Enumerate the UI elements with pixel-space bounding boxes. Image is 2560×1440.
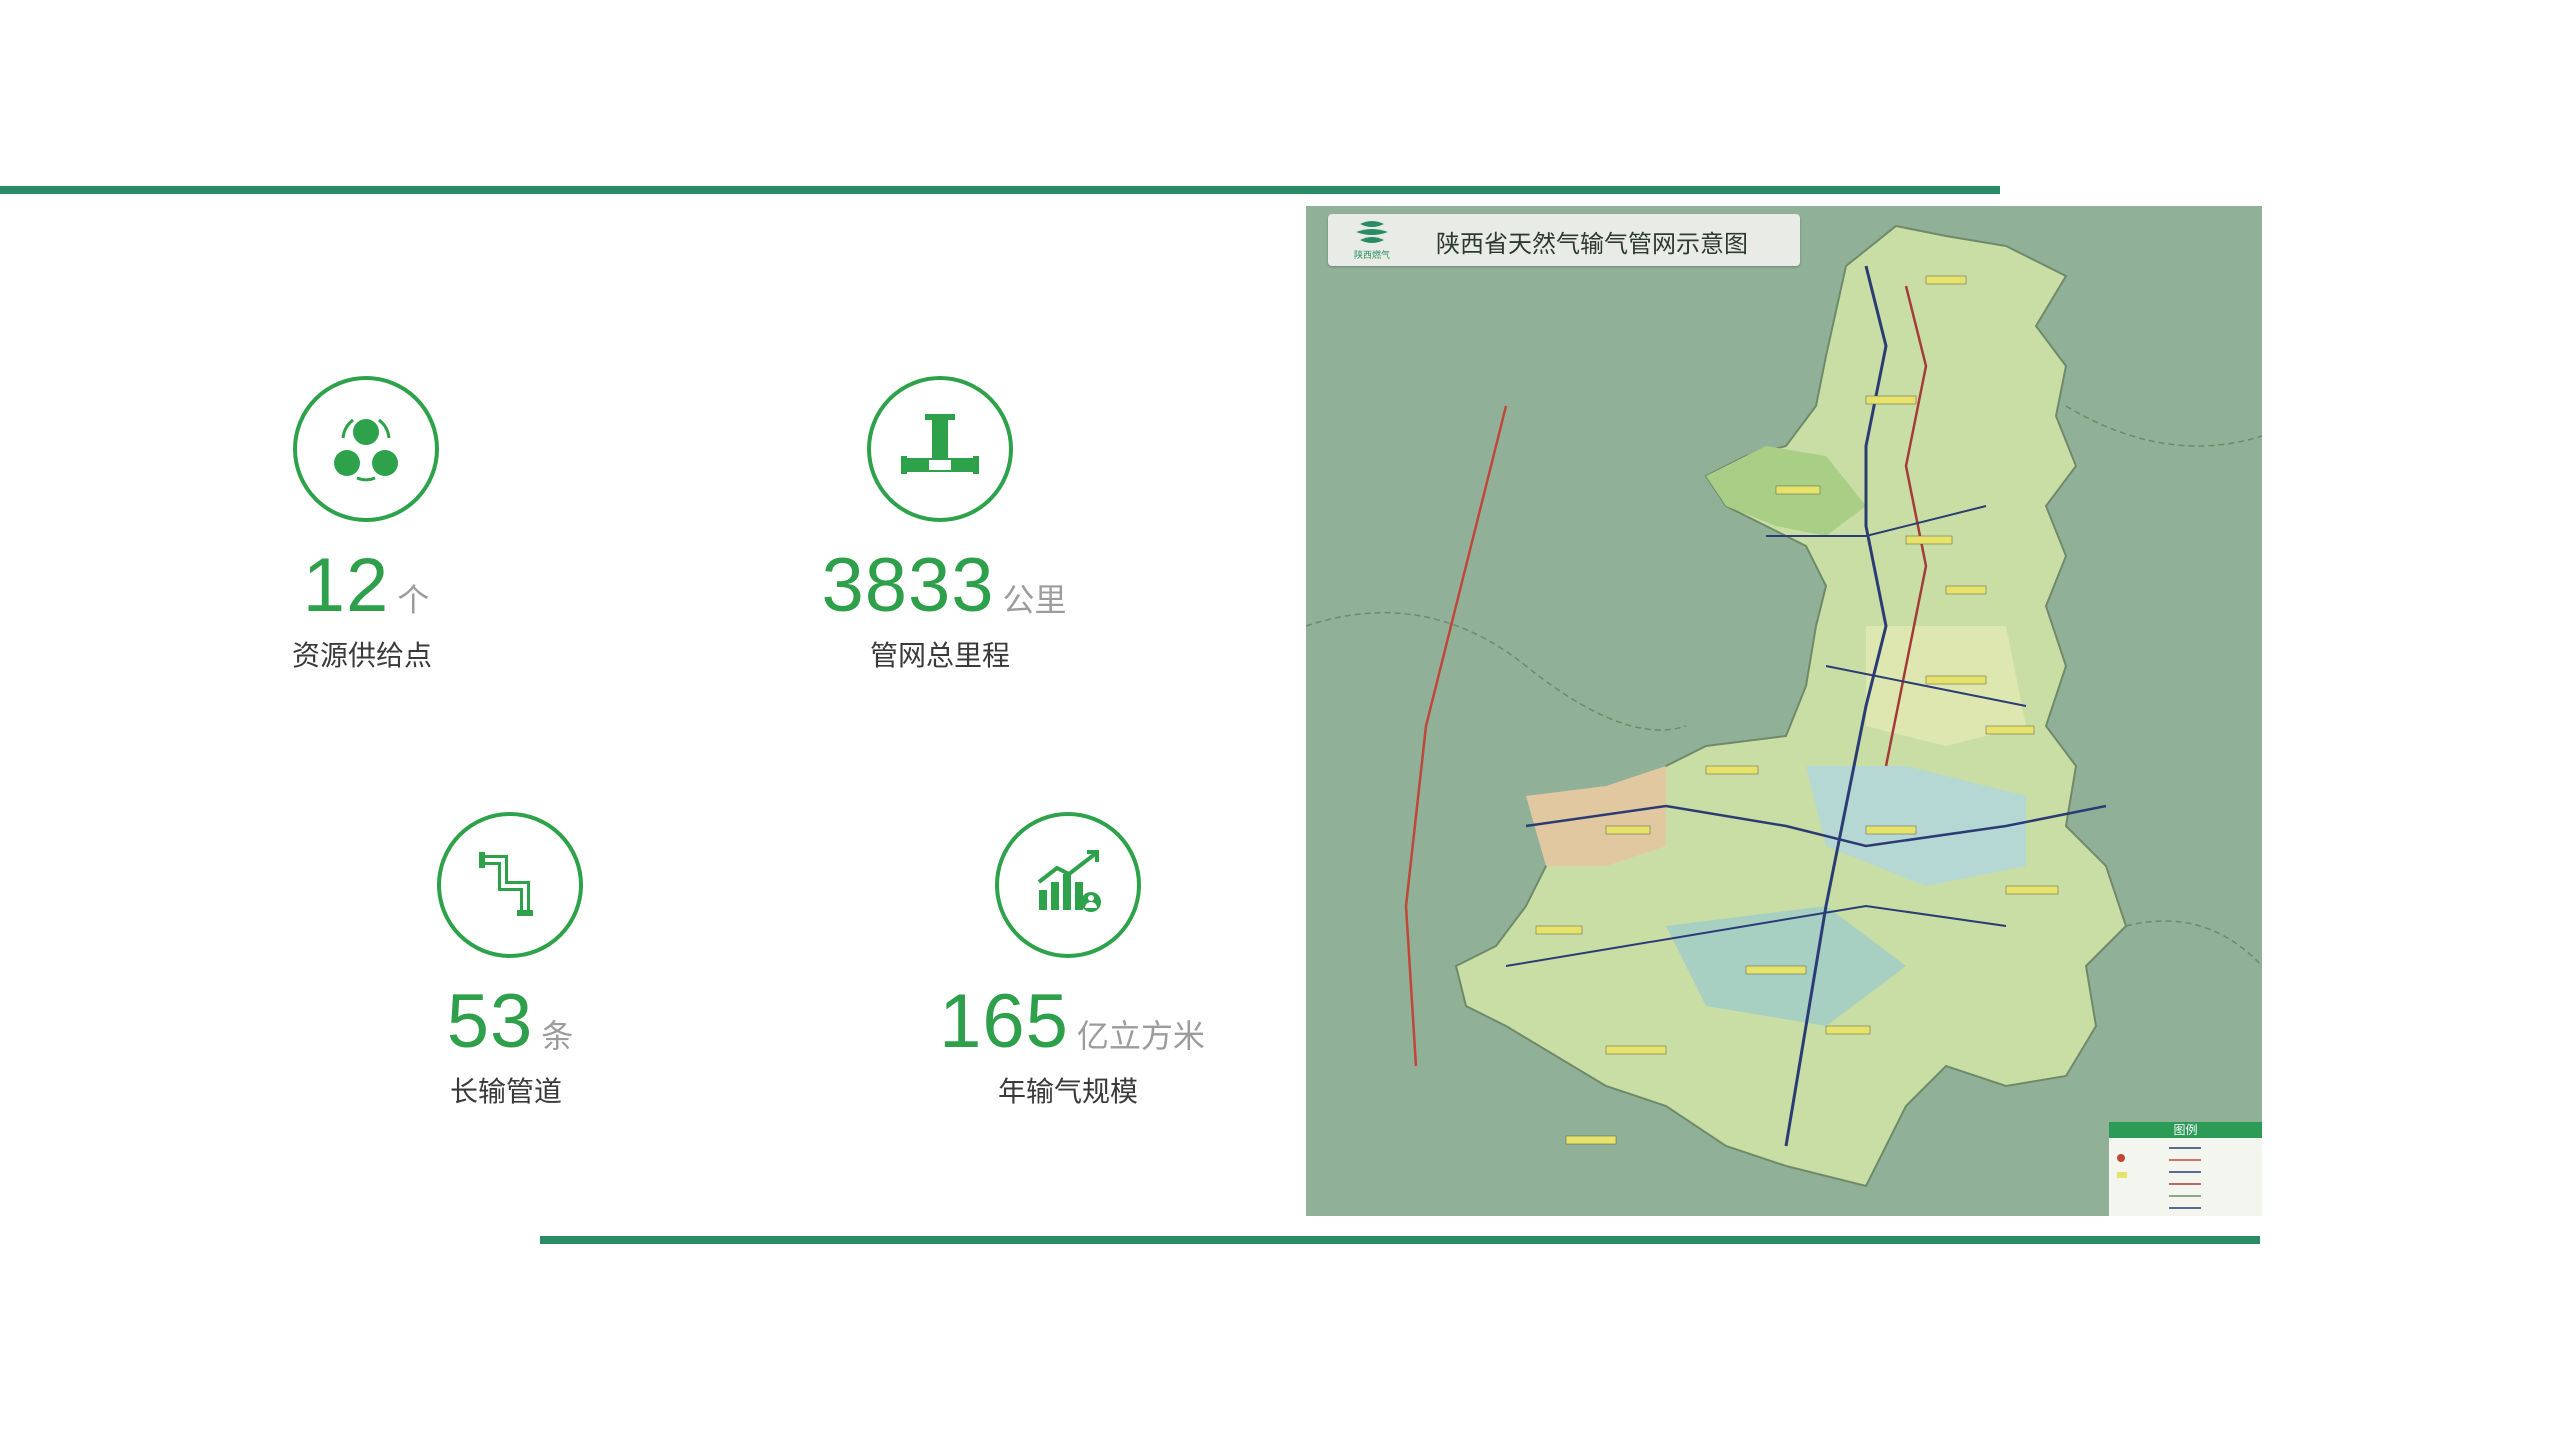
stat-unit: 亿立方米 (1076, 1017, 1205, 1055)
top-divider-line (0, 186, 2000, 194)
stat-label: 管网总里程 (869, 639, 1010, 672)
stat-value: 3833 (821, 543, 995, 628)
bottom-divider-line (540, 1236, 2260, 1244)
stat-label: 资源供给点 (291, 639, 432, 672)
logo-text: 陕西燃气 (1354, 249, 1390, 261)
pipeline-network-map: 陕西燃气 陕西省天然气输气管网示意图 图例 (1306, 206, 2262, 1216)
stat-label: 年输气规模 (997, 1075, 1138, 1108)
stat-value: 12 (302, 543, 390, 628)
map-title: 陕西省天然气输气管网示意图 (1436, 230, 1748, 258)
stat-label: 长输管道 (449, 1075, 562, 1108)
company-logo-icon: 陕西燃气 (1354, 221, 1390, 261)
stat-unit: 条 (541, 1017, 574, 1055)
stat-unit: 公里 (1002, 581, 1067, 619)
pipe-valve-icon (867, 376, 1013, 522)
pipe-elbow-icon (437, 812, 583, 958)
stat-value: 165 (939, 979, 1069, 1064)
stat-unit: 个 (397, 581, 430, 619)
province-map-graphic (1306, 206, 2262, 1216)
growth-chart-icon (995, 812, 1141, 958)
map-legend: 图例 (2109, 1122, 2262, 1216)
stat-value: 53 (446, 979, 534, 1064)
legend-title: 图例 (2173, 1123, 2198, 1137)
map-title-box: 陕西燃气 陕西省天然气输气管网示意图 (1328, 214, 1800, 266)
resource-nodes-icon (293, 376, 439, 522)
